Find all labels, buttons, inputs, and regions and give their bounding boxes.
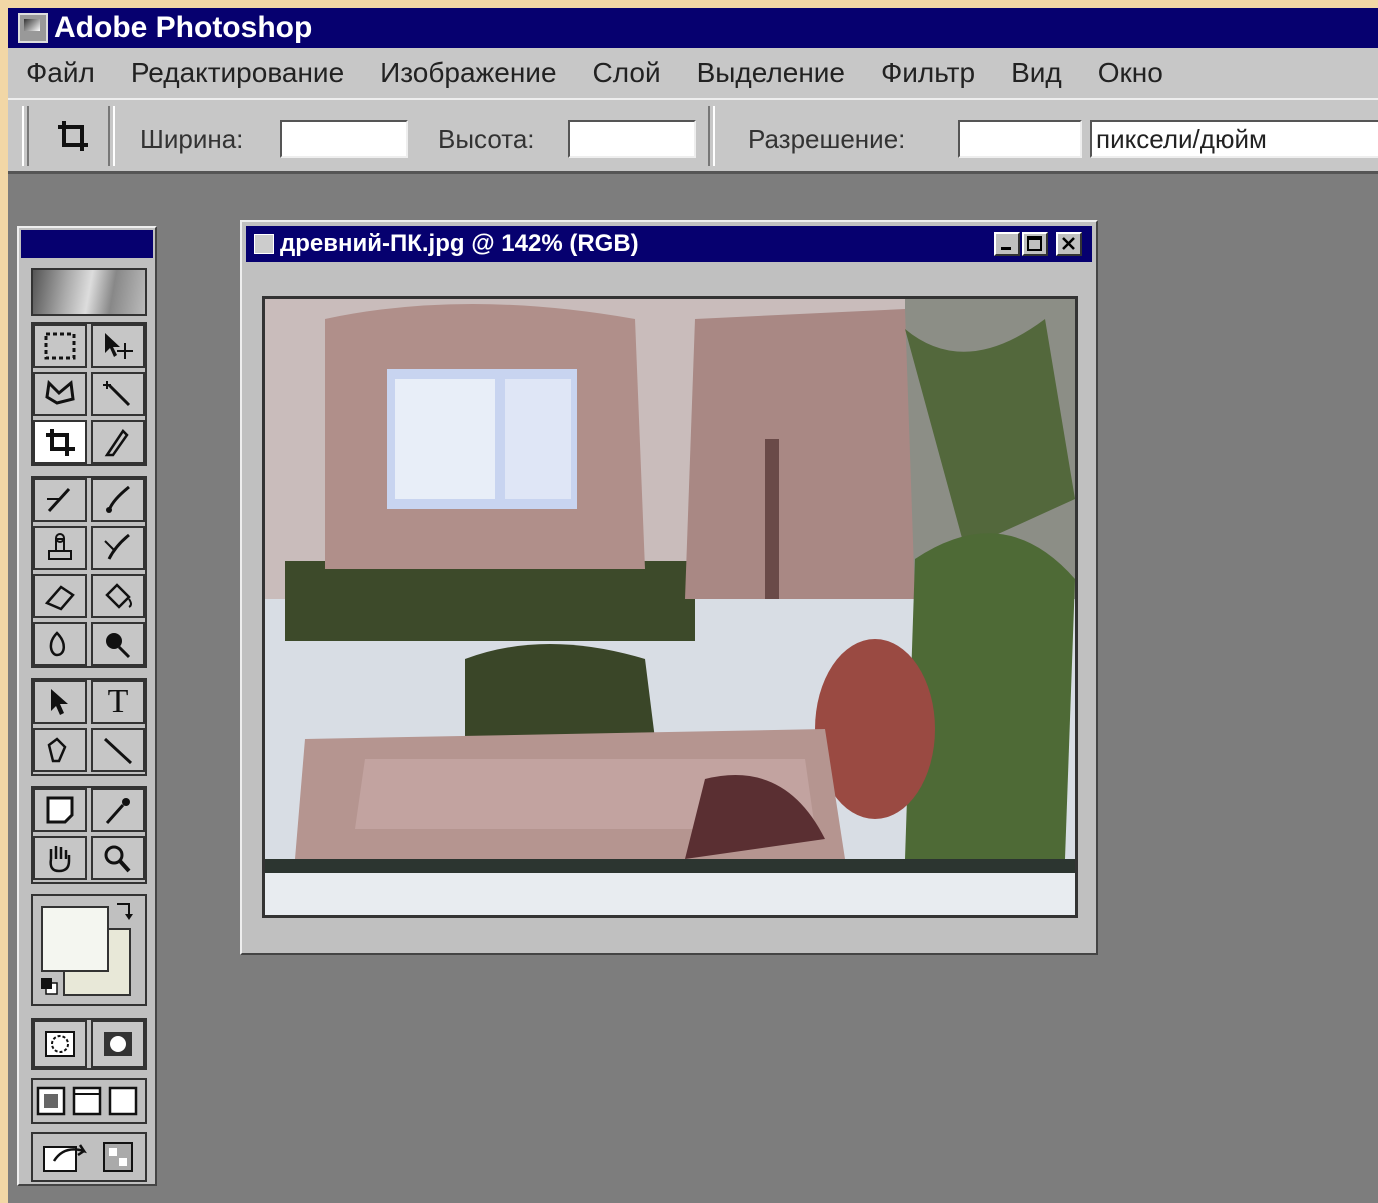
options-divider [108,106,115,166]
hand-tool-icon[interactable] [33,836,87,880]
marquee-tool-icon[interactable] [33,324,87,368]
image-canvas[interactable] [262,296,1078,918]
slice-tool-icon[interactable] [91,420,145,464]
menubar: Файл Редактирование Изображение Слой Выд… [8,48,1378,98]
app-titlebar: Adobe Photoshop [8,8,1378,48]
photoshop-window: Adobe Photoshop Файл Редактирование Изоб… [8,8,1378,1203]
menu-window[interactable]: Окно [1080,57,1181,89]
healing-brush-tool-icon[interactable] [33,478,87,522]
options-bar: Ширина: Высота: Разрешение: пиксели/дюйм [8,98,1378,174]
standard-mode-icon[interactable] [33,1020,87,1068]
move-tool-icon[interactable] [91,324,145,368]
menu-filter[interactable]: Фильтр [863,57,993,89]
document-titlebar[interactable]: древний-ПК.jpg @ 142% (RGB) [246,226,1092,262]
maximize-button[interactable] [1022,232,1048,256]
options-divider [708,106,715,166]
full-screen-menu-mode-icon[interactable] [71,1082,103,1120]
height-input[interactable] [568,120,696,158]
menu-edit[interactable]: Редактирование [113,57,362,89]
eyedropper-tool-icon[interactable] [91,788,145,832]
paint-bucket-tool-icon[interactable] [91,574,145,618]
menu-file[interactable]: Файл [8,57,113,89]
menu-select[interactable]: Выделение [679,57,863,89]
crop-tool-icon[interactable] [33,420,87,464]
notes-tool-icon[interactable] [33,788,87,832]
line-tool-icon[interactable] [91,728,145,772]
magic-wand-tool-icon[interactable] [91,372,145,416]
full-screen-mode-icon[interactable] [107,1082,139,1120]
menu-image[interactable]: Изображение [362,57,574,89]
document-title: древний-ПК.jpg @ 142% (RGB) [280,230,639,257]
height-label: Высота: [438,124,535,154]
app-title: Adobe Photoshop [54,11,313,44]
toolbox-palette: T [17,226,157,1186]
quick-mask-mode-icon[interactable] [91,1020,145,1068]
lasso-tool-icon[interactable] [33,372,87,416]
width-input[interactable] [280,120,408,158]
pen-tool-icon[interactable] [33,728,87,772]
zoom-tool-icon[interactable] [91,836,145,880]
photo-stone-computer [265,299,1075,915]
resolution-unit-select[interactable]: пиксели/дюйм [1090,120,1378,158]
menu-layer[interactable]: Слой [575,57,679,89]
burn-tool-icon[interactable] [91,622,145,666]
type-tool-icon[interactable]: T [91,680,145,724]
document-window: древний-ПК.jpg @ 142% (RGB) [240,220,1098,955]
swap-colors-icon[interactable] [113,900,135,922]
photoshop-app-icon[interactable] [18,13,48,43]
adobe-online-icon[interactable] [31,268,147,316]
close-button[interactable] [1056,232,1082,256]
resolution-label: Разрешение: [748,124,906,154]
history-brush-tool-icon[interactable] [91,526,145,570]
clone-stamp-tool-icon[interactable] [33,526,87,570]
brush-tool-icon[interactable] [91,478,145,522]
jump-to-imageready-icon[interactable] [37,1136,137,1178]
path-selection-tool-icon[interactable] [33,680,87,724]
standard-screen-mode-icon[interactable] [35,1082,67,1120]
options-bar-grip[interactable] [22,106,29,166]
width-label: Ширина: [140,124,244,154]
resolution-input[interactable] [958,120,1082,158]
blur-tool-icon[interactable] [33,622,87,666]
document-icon [254,234,274,254]
eraser-tool-icon[interactable] [33,574,87,618]
foreground-color-swatch[interactable] [41,906,109,972]
crop-tool-preset-icon[interactable] [48,112,98,160]
menu-view[interactable]: Вид [993,57,1080,89]
minimize-button[interactable] [994,232,1020,256]
toolbox-titlebar[interactable] [21,230,153,258]
default-colors-icon[interactable] [39,976,59,996]
